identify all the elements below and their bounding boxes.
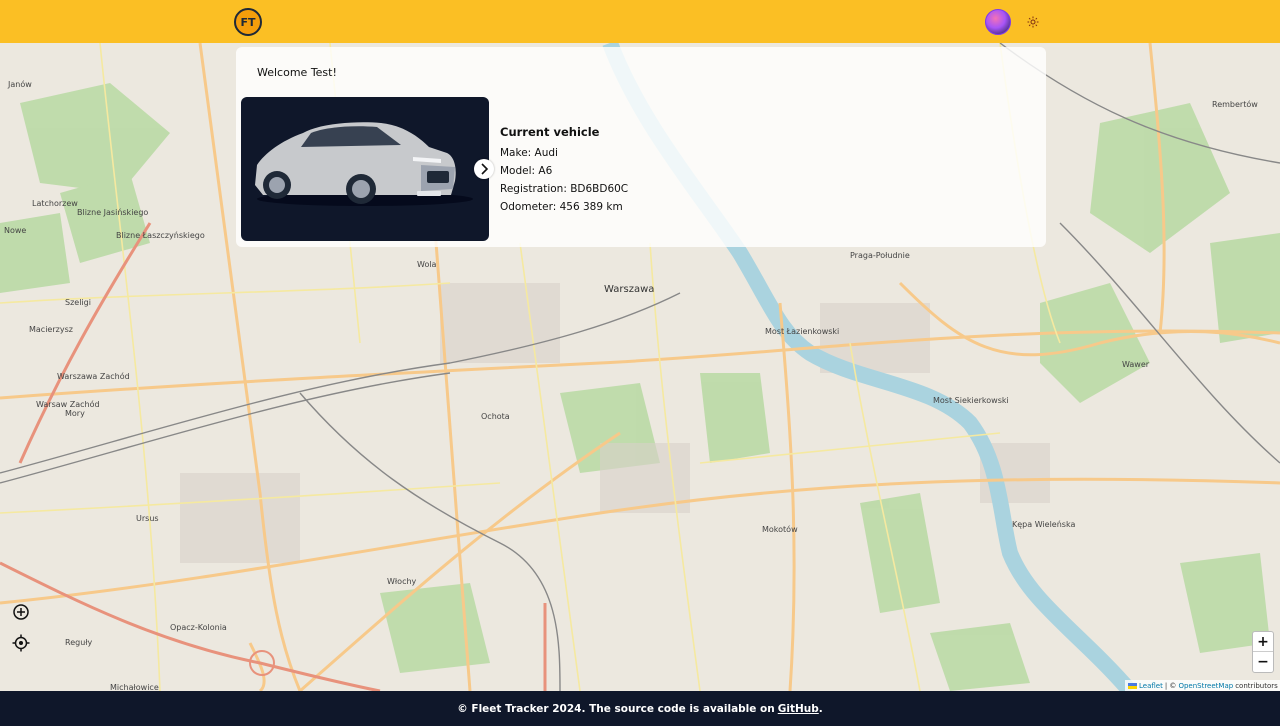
vehicle-details: Current vehicle Make: Audi Model: A6 Reg… [500, 125, 628, 219]
map-label-warsaw-zachod: Warsaw Zachód [36, 400, 100, 409]
vehicle-model: Model: A6 [500, 165, 553, 177]
footer-period: . [818, 702, 823, 715]
vehicle-image-card [241, 97, 489, 241]
vehicle-odometer: Odometer: 456 389 km [500, 201, 623, 213]
top-navbar: FT [0, 0, 1280, 43]
map-label-nowe: Nowe [4, 226, 27, 235]
car-image [255, 122, 473, 206]
locate-button[interactable] [11, 633, 31, 653]
map-label-mory: Mory [65, 409, 85, 418]
map-label-blizne-laszczynskiego: Blizne Łaszczyńskiego [116, 231, 205, 240]
map-label-latchorzew: Latchorzew [32, 199, 78, 208]
openstreetmap-link[interactable]: OpenStreetMap [1178, 682, 1233, 690]
map-label-kepa: Kępa Wieleńska [1012, 520, 1076, 529]
map-label-opacz: Opacz-Kolonia [170, 623, 227, 632]
theme-toggle-button[interactable] [1025, 14, 1041, 30]
vehicle-make: Make: Audi [500, 147, 558, 159]
app-logo[interactable]: FT [234, 8, 262, 36]
map-label-szeligi: Szeligi [65, 298, 91, 307]
zoom-in-button[interactable]: + [1253, 632, 1273, 652]
map-label-praga: Praga-Południe [850, 251, 910, 260]
footer: © Fleet Tracker 2024. The source code is… [0, 691, 1280, 726]
ukraine-flag-icon [1128, 682, 1137, 689]
zoom-in-to-vehicle-button[interactable] [11, 602, 31, 622]
map-label-mokotow: Mokotów [762, 525, 798, 534]
vehicle-title: Current vehicle [500, 125, 600, 139]
next-vehicle-button[interactable] [474, 159, 494, 179]
github-link[interactable]: GitHub [778, 703, 819, 715]
map-label-rembertow: Rembertów [1212, 100, 1258, 109]
map-attribution: Leaflet | © OpenStreetMap contributors [1125, 680, 1280, 691]
chevron-right-icon [481, 163, 489, 175]
map-label-warszawa: Warszawa [604, 284, 655, 295]
map-label-ursus: Ursus [136, 514, 159, 523]
map-label-wola: Wola [417, 260, 437, 269]
leaflet-link[interactable]: Leaflet [1139, 682, 1163, 690]
map-label-wlochy: Włochy [387, 577, 417, 586]
sun-icon [1027, 16, 1039, 28]
zoom-plus-icon [13, 604, 29, 620]
map-label-macierzysz: Macierzysz [29, 325, 73, 334]
attribution-contributors: contributors [1235, 681, 1278, 690]
map-label-most-siekierkowski: Most Siekierkowski [933, 396, 1009, 405]
crosshair-icon [12, 634, 30, 652]
map-label-ochota: Ochota [481, 412, 510, 421]
vehicle-registration: Registration: BD6BD60C [500, 183, 629, 195]
map-label-reguly: Reguły [65, 638, 93, 647]
map-label-michalowice: Michałowice [110, 683, 159, 691]
zoom-control: + − [1252, 631, 1274, 673]
map-label-wawer: Wawer [1122, 360, 1150, 369]
map-label-most-lazienkowski: Most Łazienkowski [765, 327, 840, 336]
map-label-warszawa-zachod: Warszawa Zachód [57, 372, 130, 381]
map-label-janow: Janów [8, 80, 32, 89]
user-avatar[interactable] [985, 9, 1011, 35]
vehicle-info-panel: Welcome Test! Current vehicle Make: Audi… [236, 47, 1046, 247]
attribution-separator: | © [1164, 681, 1177, 690]
map-label-blizne-jasinskiego: Blizne Jasińskiego [77, 208, 149, 217]
footer-text: © Fleet Tracker 2024. The source code is… [457, 702, 775, 715]
welcome-message: Welcome Test! [257, 66, 337, 79]
zoom-out-button[interactable]: − [1253, 652, 1273, 672]
